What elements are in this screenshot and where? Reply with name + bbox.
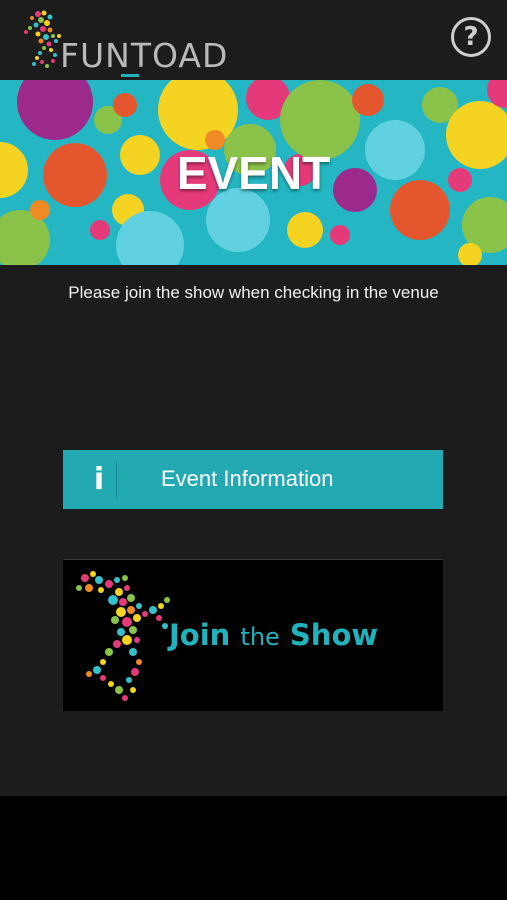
join-show-label: Join the Show [169, 618, 378, 652]
event-information-button[interactable]: i Event Information [63, 450, 443, 509]
app-screen: FUNTOAD ? EVENT Please join the show whe… [0, 0, 507, 796]
join-show-word-show: Show [289, 618, 379, 652]
join-show-word-the: the [240, 623, 280, 651]
event-information-label: Event Information [161, 466, 334, 491]
event-banner: EVENT [0, 80, 507, 265]
header-bar: FUNTOAD ? [0, 0, 507, 80]
banner-title: EVENT [176, 147, 331, 199]
info-icon: i [93, 462, 105, 497]
button-divider [116, 461, 117, 498]
checkin-instruction: Please join the show when checking in th… [68, 283, 439, 302]
join-show-button[interactable]: Join the Show [63, 559, 443, 711]
help-question-icon[interactable]: ? [451, 17, 491, 57]
funtoad-logo[interactable]: FUNTOAD [20, 8, 227, 77]
frog-logo-icon [76, 571, 170, 701]
brand-name: FUNTOAD [60, 36, 229, 75]
join-show-word-join: Join [169, 618, 231, 652]
brand-underline [121, 74, 139, 77]
